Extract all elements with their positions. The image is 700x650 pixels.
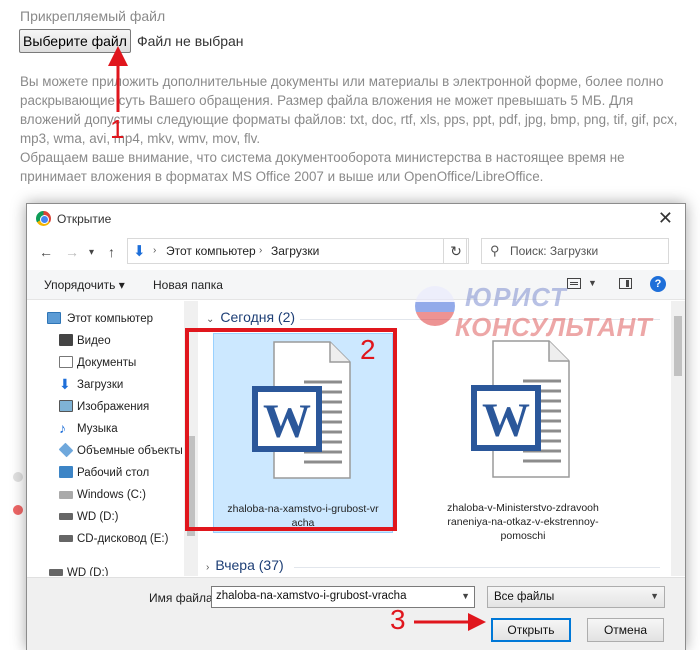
annotation-arrow-3 [414,613,486,631]
annotation-step-3: 3 [390,604,406,635]
